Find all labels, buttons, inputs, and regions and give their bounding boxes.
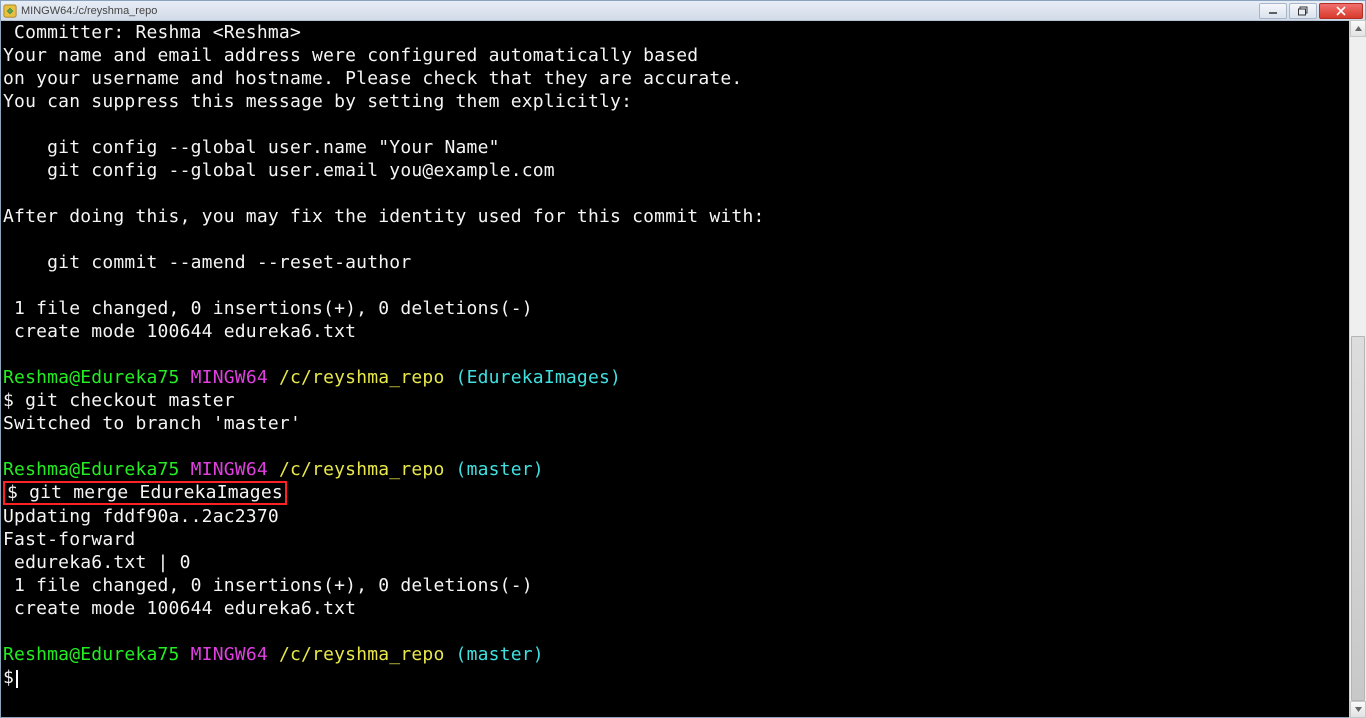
prompt-path: /c/reyshma_repo xyxy=(279,367,456,388)
prompt-branch: (EdurekaImages) xyxy=(456,367,622,388)
output-line: git commit --amend --reset-author xyxy=(3,252,411,273)
command-line: $ git checkout master xyxy=(3,390,235,411)
scrollbar-track[interactable] xyxy=(1350,37,1366,701)
output-line: create mode 100644 edureka6.txt xyxy=(3,321,356,342)
prompt-shell: MINGW64 xyxy=(180,367,279,388)
maximize-button[interactable] xyxy=(1289,3,1317,19)
output-line: 1 file changed, 0 insertions(+), 0 delet… xyxy=(3,575,533,596)
scrollbar-thumb[interactable] xyxy=(1351,336,1365,701)
prompt-path: /c/reyshma_repo xyxy=(279,644,456,665)
scroll-up-button[interactable] xyxy=(1350,20,1366,37)
output-line: git config --global user.name "Your Name… xyxy=(3,137,500,158)
output-line: Your name and email address were configu… xyxy=(3,45,698,66)
output-line: You can suppress this message by setting… xyxy=(3,91,632,112)
prompt-user: Reshma@Edureka75 xyxy=(3,459,180,480)
vertical-scrollbar[interactable] xyxy=(1349,20,1366,718)
app-icon xyxy=(3,4,17,18)
cursor-icon xyxy=(16,670,18,688)
scroll-down-button[interactable] xyxy=(1350,701,1366,718)
close-button[interactable] xyxy=(1319,3,1363,19)
prompt-shell: MINGW64 xyxy=(180,644,279,665)
prompt-dollar: $ xyxy=(3,667,14,688)
highlighted-command: $ git merge EdurekaImages xyxy=(3,481,287,505)
output-line: Switched to branch 'master' xyxy=(3,413,301,434)
titlebar[interactable]: MINGW64:/c/reyshma_repo xyxy=(1,1,1365,21)
output-line: Fast-forward xyxy=(3,529,135,550)
prompt-path: /c/reyshma_repo xyxy=(279,459,456,480)
output-line: edureka6.txt | 0 xyxy=(3,552,191,573)
output-line: create mode 100644 edureka6.txt xyxy=(3,598,356,619)
terminal-content[interactable]: Committer: Reshma <Reshma> Your name and… xyxy=(1,21,1365,717)
prompt-shell: MINGW64 xyxy=(180,459,279,480)
command-line: $ git merge EdurekaImages xyxy=(7,482,283,503)
output-line: git config --global user.email you@examp… xyxy=(3,160,555,181)
prompt-branch: (master) xyxy=(456,459,544,480)
output-line: After doing this, you may fix the identi… xyxy=(3,206,765,227)
output-line: on your username and hostname. Please ch… xyxy=(3,68,742,89)
prompt-branch: (master) xyxy=(456,644,544,665)
window-title: MINGW64:/c/reyshma_repo xyxy=(21,5,1257,17)
output-line: Updating fddf90a..2ac2370 xyxy=(3,506,279,527)
output-line: Committer: Reshma <Reshma> xyxy=(3,22,301,43)
prompt-user: Reshma@Edureka75 xyxy=(3,644,180,665)
prompt-user: Reshma@Edureka75 xyxy=(3,367,180,388)
minimize-button[interactable] xyxy=(1259,3,1287,19)
output-line: 1 file changed, 0 insertions(+), 0 delet… xyxy=(3,298,533,319)
terminal-window: MINGW64:/c/reyshma_repo Committer: Reshm… xyxy=(0,0,1366,718)
window-buttons xyxy=(1257,3,1363,19)
